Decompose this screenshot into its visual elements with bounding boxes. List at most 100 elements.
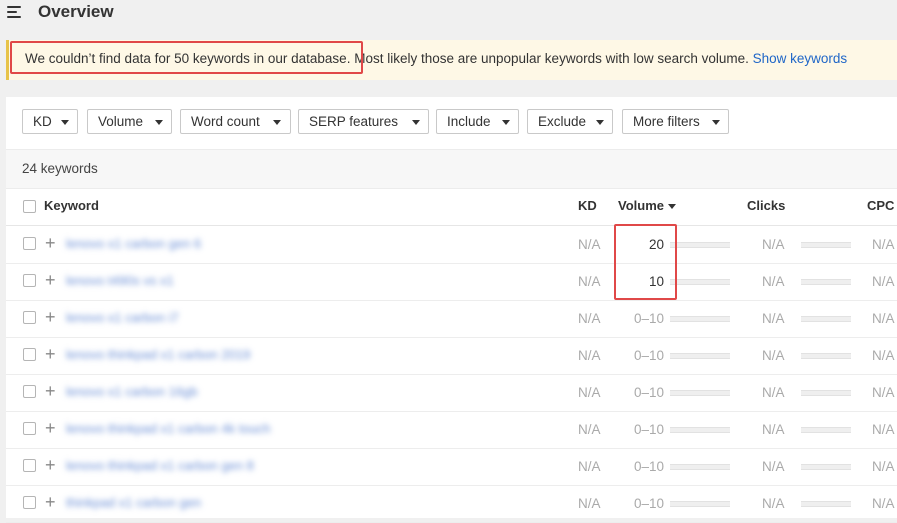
notice-text: We couldn’t find data for 50 keywords in… [25, 51, 847, 66]
keyword-link[interactable]: lenovo x1 carbon gen 6 [66, 236, 201, 251]
filter-more-filters-label: More filters [633, 114, 700, 129]
kd-value: N/A [578, 496, 601, 511]
table-row: + thinkpad x1 carbon gen N/A 0–10 N/A N/A [6, 485, 897, 523]
row-checkbox[interactable] [23, 496, 36, 509]
show-keywords-link[interactable]: Show keywords [753, 51, 848, 66]
chevron-down-icon [502, 120, 510, 125]
clicks-trend-bar [801, 242, 851, 248]
add-to-list-icon[interactable]: + [45, 271, 56, 289]
row-checkbox[interactable] [23, 348, 36, 361]
clicks-trend-bar [801, 427, 851, 433]
volume-trend-bar [670, 242, 730, 248]
filter-volume-label: Volume [98, 114, 144, 129]
column-volume[interactable]: Volume [618, 198, 676, 213]
filter-kd-button[interactable]: KD [22, 109, 78, 134]
cpc-value: N/A [872, 348, 895, 363]
row-checkbox[interactable] [23, 459, 36, 472]
cpc-value: N/A [872, 274, 895, 289]
clicks-trend-bar [801, 316, 851, 322]
kd-value: N/A [578, 385, 601, 400]
row-checkbox[interactable] [23, 385, 36, 398]
filter-word-count-button[interactable]: Word count [180, 109, 291, 134]
clicks-trend-bar [801, 279, 851, 285]
cpc-value: N/A [872, 385, 895, 400]
table-row: + lenovo thinkpad x1 carbon 2019 N/A 0–10 N/… [6, 337, 897, 375]
keyword-count: 24 keywords [22, 161, 98, 176]
clicks-trend-bar [801, 464, 851, 470]
clicks-trend-bar [801, 501, 851, 507]
column-volume-label: Volume [618, 198, 664, 213]
keyword-link[interactable]: lenovo t490s vs x1 [66, 273, 174, 288]
notice-banner: We couldn’t find data for 50 keywords in… [6, 40, 897, 80]
top-bar: Overview [0, 0, 897, 28]
table-row: + lenovo thinkpad x1 carbon 4k touch N/A 0–… [6, 411, 897, 449]
kd-value: N/A [578, 237, 601, 252]
volume-value: 10 [648, 274, 664, 289]
row-checkbox[interactable] [23, 311, 36, 324]
volume-trend-bar [670, 390, 730, 396]
hamburger-menu-icon[interactable] [7, 6, 21, 18]
filter-serp-features-label: SERP features [309, 114, 399, 129]
add-to-list-icon[interactable]: + [45, 456, 56, 474]
table-row: + lenovo x1 carbon gen 6 N/A 20 N/A N/A [6, 226, 897, 264]
volume-trend-bar [670, 353, 730, 359]
page-title: Overview [38, 2, 114, 21]
clicks-value: N/A [762, 422, 785, 437]
table-row: + lenovo x1 carbon i7 N/A 0–10 N/A N/A [6, 300, 897, 338]
filter-exclude-button[interactable]: Exclude [527, 109, 613, 134]
chevron-down-icon [273, 120, 281, 125]
add-to-list-icon[interactable]: + [45, 419, 56, 437]
add-to-list-icon[interactable]: + [45, 308, 56, 326]
keyword-link[interactable]: lenovo x1 carbon i7 [66, 310, 179, 325]
cpc-value: N/A [872, 459, 895, 474]
column-keyword[interactable]: Keyword [44, 198, 99, 213]
cpc-value: N/A [872, 237, 895, 252]
filter-include-label: Include [447, 114, 491, 129]
filter-kd-label: KD [33, 114, 52, 129]
filter-volume-button[interactable]: Volume [87, 109, 172, 134]
row-checkbox[interactable] [23, 274, 36, 287]
clicks-value: N/A [762, 459, 785, 474]
volume-trend-bar [670, 464, 730, 470]
keyword-link[interactable]: lenovo thinkpad x1 carbon 2019 [66, 347, 250, 362]
clicks-value: N/A [762, 274, 785, 289]
column-kd[interactable]: KD [578, 198, 597, 213]
select-all-checkbox[interactable] [23, 200, 36, 213]
clicks-value: N/A [762, 385, 785, 400]
table-row: + lenovo t490s vs x1 N/A 10 N/A N/A [6, 263, 897, 301]
row-checkbox[interactable] [23, 422, 36, 435]
add-to-list-icon[interactable]: + [45, 234, 56, 252]
add-to-list-icon[interactable]: + [45, 345, 56, 363]
clicks-value: N/A [762, 348, 785, 363]
keyword-link[interactable]: thinkpad x1 carbon gen [66, 495, 201, 510]
row-checkbox[interactable] [23, 237, 36, 250]
clicks-trend-bar [801, 353, 851, 359]
clicks-value: N/A [762, 311, 785, 326]
keyword-link[interactable]: lenovo x1 carbon 16gb [66, 384, 198, 399]
filter-exclude-label: Exclude [538, 114, 587, 129]
keyword-link[interactable]: lenovo thinkpad x1 carbon gen 8 [66, 458, 254, 473]
chevron-down-icon [155, 120, 163, 125]
volume-trend-bar [670, 279, 730, 285]
filter-serp-features-button[interactable]: SERP features [298, 109, 429, 134]
column-cpc[interactable]: CPC [867, 198, 894, 213]
add-to-list-icon[interactable]: + [45, 382, 56, 400]
kd-value: N/A [578, 311, 601, 326]
cpc-value: N/A [872, 422, 895, 437]
volume-value: 20 [648, 237, 664, 252]
chevron-down-icon [61, 120, 69, 125]
column-clicks[interactable]: Clicks [747, 198, 785, 213]
table-row: + lenovo thinkpad x1 carbon gen 8 N/A 0–10 N… [6, 448, 897, 486]
keyword-link[interactable]: lenovo thinkpad x1 carbon 4k touch [66, 421, 271, 436]
volume-trend-bar [670, 501, 730, 507]
kd-value: N/A [578, 422, 601, 437]
volume-value: 0–10 [633, 496, 664, 511]
add-to-list-icon[interactable]: + [45, 493, 56, 511]
notice-rest-text: Most likely those are unpopular keywords… [350, 51, 753, 66]
filter-include-button[interactable]: Include [436, 109, 519, 134]
volume-trend-bar [670, 316, 730, 322]
keywords-panel: KD Volume Word count SERP features Inclu… [6, 97, 897, 523]
clicks-trend-bar [801, 390, 851, 396]
filter-more-filters-button[interactable]: More filters [622, 109, 729, 134]
kd-value: N/A [578, 274, 601, 289]
